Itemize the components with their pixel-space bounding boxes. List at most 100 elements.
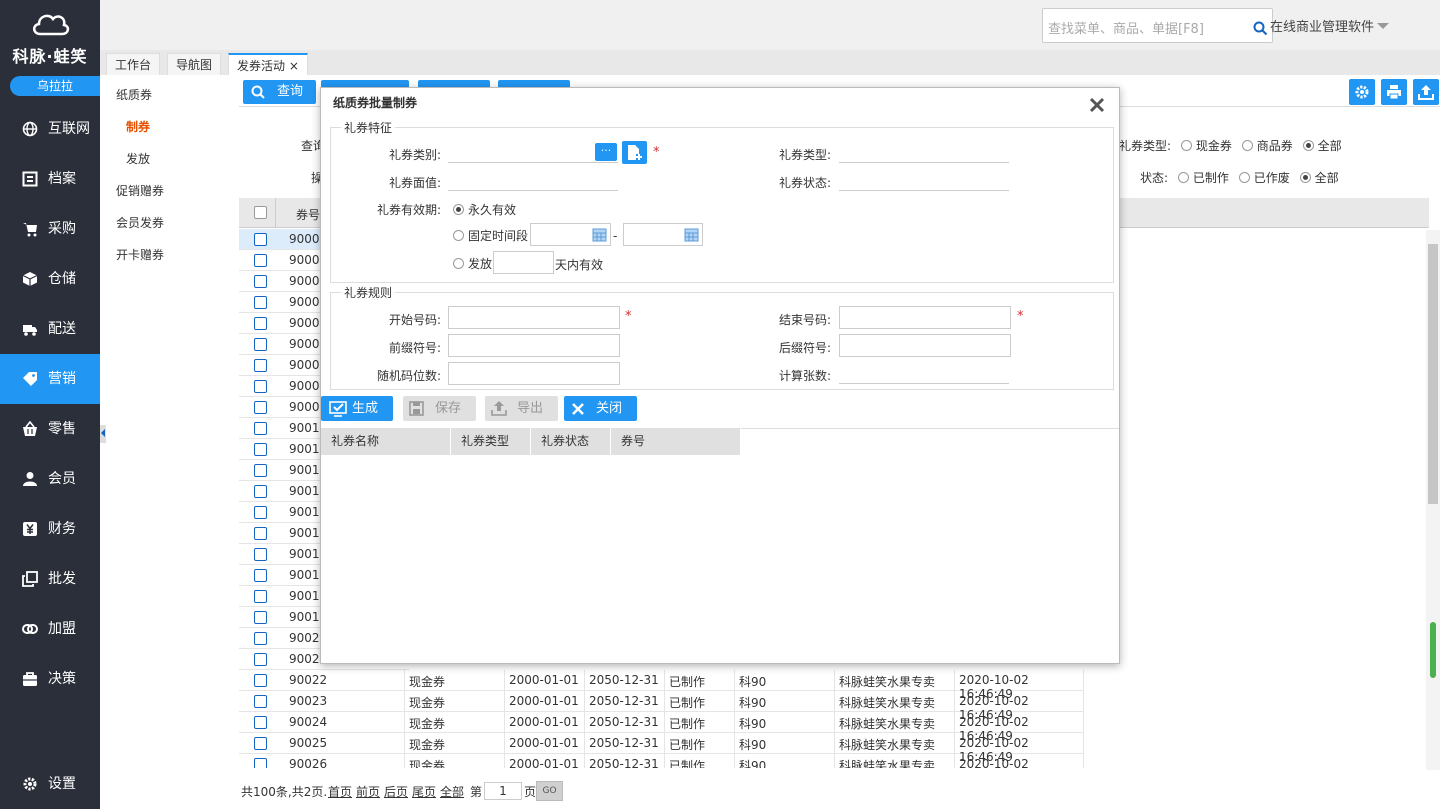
row-checkbox[interactable]	[254, 653, 267, 666]
column-header-no[interactable]: 券号	[296, 206, 320, 223]
menu-issue[interactable]: 发放	[126, 150, 150, 167]
row-checkbox[interactable]	[254, 674, 267, 687]
generate-button[interactable]: 生成	[321, 396, 393, 421]
collapse-handle[interactable]	[100, 425, 106, 443]
tab-nav-map[interactable]: 导航图	[167, 53, 222, 75]
row-checkbox[interactable]	[254, 254, 267, 267]
row-checkbox[interactable]	[254, 527, 267, 540]
table-row[interactable]: 90025 现金券 2000-01-01 2050-12-31 已制作 科90 科脉蛙笑水果…	[239, 733, 1084, 764]
select-all-checkbox[interactable]	[254, 206, 267, 219]
page-number-input[interactable]: 1	[484, 782, 522, 800]
menu-make-coupon[interactable]: 制券	[126, 118, 150, 135]
row-checkbox[interactable]	[254, 296, 267, 309]
row-checkbox[interactable]	[254, 359, 267, 372]
table-row[interactable]: 90024 现金券 2000-01-01 2050-12-31 已制作 科90 科脉蛙笑水果…	[239, 712, 1084, 743]
table-row[interactable]: 90026 现金券 2000-01-01 2050-12-31 已制作 科90 科脉蛙笑水果…	[239, 754, 1084, 768]
row-checkbox[interactable]	[254, 338, 267, 351]
status-field[interactable]	[839, 171, 1009, 191]
nav-item-copy[interactable]: 批发	[0, 554, 100, 604]
go-button[interactable]: GO	[536, 781, 563, 801]
nav-item-truck[interactable]: 配送	[0, 304, 100, 354]
row-checkbox[interactable]	[254, 737, 267, 750]
row-checkbox[interactable]	[254, 569, 267, 582]
tab-workbench[interactable]: 工作台	[106, 53, 161, 75]
nav-item-tag[interactable]: 营销	[0, 354, 100, 404]
row-checkbox[interactable]	[254, 275, 267, 288]
row-checkbox[interactable]	[254, 422, 267, 435]
close-icon[interactable]	[1089, 97, 1105, 113]
days-input[interactable]	[493, 251, 554, 274]
menu-promo-gift[interactable]: 促销赠券	[116, 182, 164, 199]
search-icon[interactable]	[1253, 21, 1268, 36]
row-checkbox[interactable]	[254, 233, 267, 246]
user-name[interactable]: 乌拉拉	[10, 76, 100, 96]
row-checkbox[interactable]	[254, 632, 267, 645]
nav-item-cart[interactable]: 采购	[0, 204, 100, 254]
row-checkbox[interactable]	[254, 443, 267, 456]
nav-item-yen[interactable]: 财务	[0, 504, 100, 554]
settings-button[interactable]	[1349, 79, 1375, 105]
start-no-input[interactable]	[448, 306, 620, 329]
tab-close-icon[interactable]: ×	[289, 59, 299, 73]
suffix-input[interactable]	[839, 334, 1011, 357]
count-field[interactable]	[839, 364, 1009, 384]
search-input[interactable]: 查找菜单、商品、单据[F8]	[1042, 8, 1273, 43]
random-digits-input[interactable]	[448, 362, 620, 385]
end-date-input[interactable]	[623, 223, 703, 246]
scrollbar-thumb[interactable]	[1428, 244, 1438, 504]
row-checkbox[interactable]	[254, 506, 267, 519]
column-header-type[interactable]: 礼券类型	[451, 428, 531, 455]
calendar-icon[interactable]	[592, 227, 607, 242]
all-link[interactable]: 全部	[440, 783, 464, 800]
table-row[interactable]: 90023 现金券 2000-01-01 2050-12-31 已制作 科90 科脉蛙笑水果…	[239, 691, 1084, 722]
nav-item-basket[interactable]: 零售	[0, 404, 100, 454]
radio-made[interactable]: 已制作	[1177, 171, 1229, 185]
row-checkbox[interactable]	[254, 380, 267, 393]
row-checkbox[interactable]	[254, 590, 267, 603]
column-header-name[interactable]: 礼券名称	[321, 428, 451, 455]
row-checkbox[interactable]	[254, 695, 267, 708]
export-button[interactable]: 导出	[485, 396, 558, 421]
face-value-field[interactable]	[448, 171, 618, 191]
row-checkbox[interactable]	[254, 485, 267, 498]
row-checkbox[interactable]	[254, 464, 267, 477]
nav-item-link[interactable]: 加盟	[0, 604, 100, 654]
column-header-no[interactable]: 券号	[611, 428, 741, 455]
menu-member-issue[interactable]: 会员发券	[116, 214, 164, 231]
close-button[interactable]: 关闭	[564, 396, 637, 421]
type-field[interactable]	[839, 143, 1009, 163]
radio-all-status[interactable]: 全部	[1299, 171, 1339, 185]
radio-fixed-period[interactable]: 固定时间段	[453, 227, 528, 244]
table-row[interactable]: 90022 现金券 2000-01-01 2050-12-31 已制作 科90 科脉蛙笑水果…	[239, 670, 1084, 701]
nav-item-briefcase[interactable]: 决策	[0, 654, 100, 704]
radio-all-type[interactable]: 全部	[1302, 139, 1342, 153]
tab-coupon-activity[interactable]: 发券活动 ×	[228, 53, 308, 75]
row-checkbox[interactable]	[254, 716, 267, 729]
first-page-link[interactable]: 首页	[328, 783, 352, 800]
nav-item-box[interactable]: 仓储	[0, 254, 100, 304]
next-page-link[interactable]: 后页	[384, 783, 408, 800]
menu-card-gift[interactable]: 开卡赠券	[116, 246, 164, 263]
nav-item-globe[interactable]: 互联网	[0, 104, 100, 154]
category-field[interactable]	[448, 143, 618, 163]
menu-paper-coupon[interactable]: 纸质券	[116, 86, 152, 103]
category-picker-button[interactable]: ···	[595, 143, 617, 161]
row-checkbox[interactable]	[254, 317, 267, 330]
end-no-input[interactable]	[839, 306, 1011, 329]
nav-item-archive[interactable]: 档案	[0, 154, 100, 204]
row-checkbox[interactable]	[254, 401, 267, 414]
row-checkbox[interactable]	[254, 758, 267, 768]
last-page-link[interactable]: 尾页	[412, 783, 436, 800]
nav-item-settings[interactable]: 设置	[0, 759, 100, 809]
radio-permanent[interactable]: 永久有效	[453, 201, 516, 218]
prefix-input[interactable]	[448, 334, 620, 357]
radio-issue-days[interactable]: 发放	[453, 255, 492, 272]
calendar-icon[interactable]	[684, 227, 699, 242]
vertical-scrollbar[interactable]	[1426, 230, 1440, 770]
column-header-status[interactable]: 礼券状态	[531, 428, 611, 455]
radio-cash[interactable]: 现金券	[1180, 139, 1232, 153]
radio-voided[interactable]: 已作废	[1238, 171, 1290, 185]
print-button[interactable]	[1381, 79, 1407, 105]
row-checkbox[interactable]	[254, 548, 267, 561]
start-date-input[interactable]	[530, 223, 611, 246]
